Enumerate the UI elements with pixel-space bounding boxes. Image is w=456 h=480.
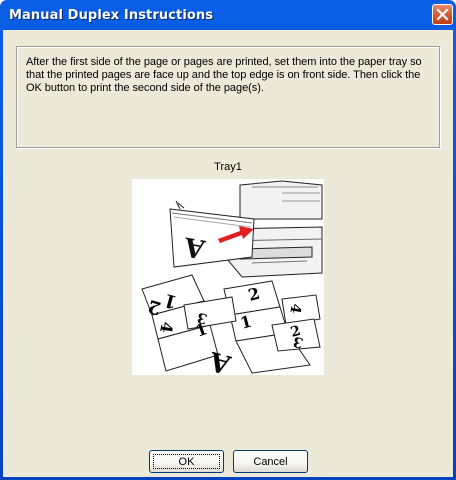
close-icon [436, 8, 449, 21]
ok-button[interactable]: OK [149, 450, 224, 473]
printer-tray-illustration: A 2 1 2 1 4 3 1 4 3 2 A [141, 180, 323, 379]
dialog-body: After the first side of the page or page… [3, 30, 453, 477]
focus-rect [153, 454, 220, 469]
duplex-illustration: A 2 1 2 1 4 3 1 4 3 2 A [132, 179, 324, 379]
window-title: Manual Duplex Instructions [9, 7, 214, 23]
close-button[interactable] [432, 4, 453, 25]
tray-label: Tray1 [214, 161, 242, 173]
instructions-group-box: After the first side of the page or page… [16, 46, 440, 148]
cancel-button[interactable]: Cancel [233, 450, 308, 473]
title-bar[interactable]: Manual Duplex Instructions [3, 0, 453, 30]
instructions-text: After the first side of the page or page… [26, 56, 422, 94]
dialog-window: Manual Duplex Instructions After the fir… [0, 0, 456, 480]
cancel-button-label: Cancel [253, 455, 288, 468]
